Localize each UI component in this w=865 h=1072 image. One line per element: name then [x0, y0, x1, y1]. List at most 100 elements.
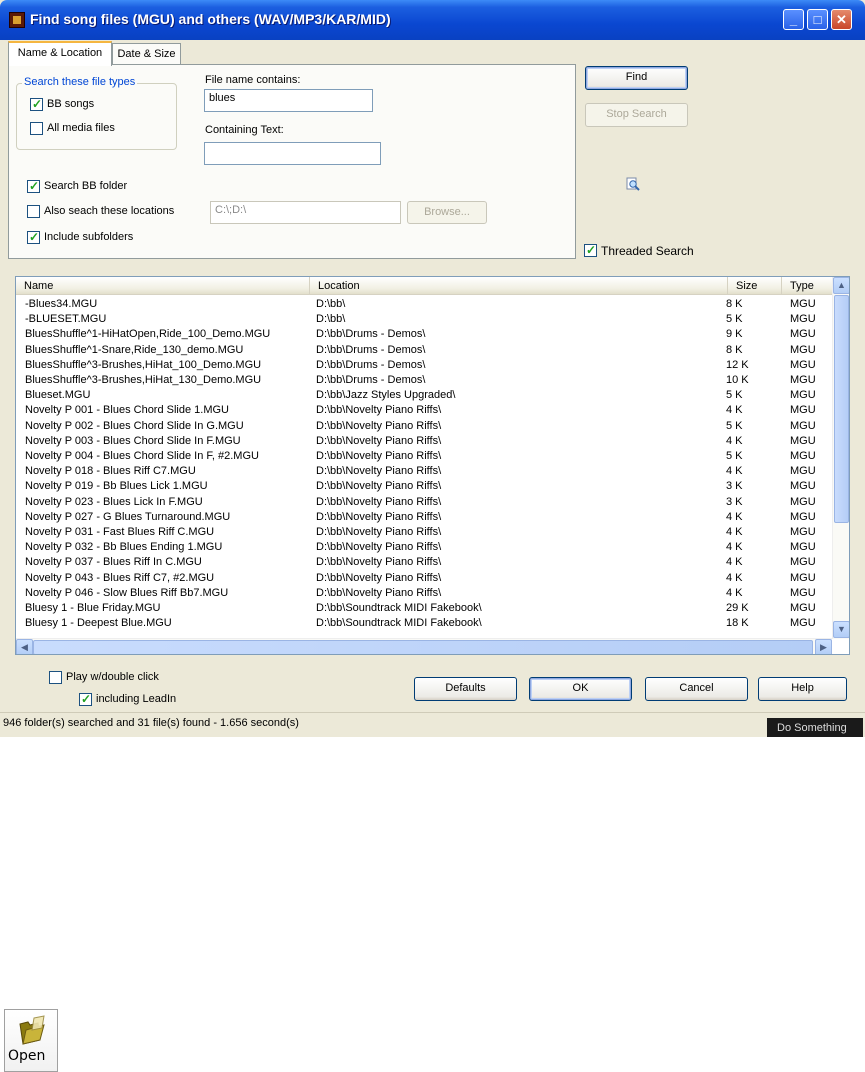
cell-type: MGU	[790, 298, 816, 310]
results-list[interactable]: Name Location Size Type -Blues34.MGU D:\b…	[15, 276, 850, 655]
threaded-search-checkbox[interactable]	[584, 243, 597, 257]
cell-type: MGU	[790, 404, 816, 417]
cell-size: 8 K	[726, 343, 743, 356]
table-row[interactable]: Novelty P 003 - Blues Chord Slide In F.M…	[16, 434, 832, 449]
table-row[interactable]: BluesShuffle^1-Snare,Ride_130_demo.MGU D:…	[16, 343, 832, 358]
cell-size: 4 K	[726, 571, 743, 584]
table-row[interactable]: Blueset.MGU D:\bb\Jazz Styles Upgraded\ 5 …	[16, 388, 832, 403]
cell-location: D:\bb\Novelty Piano Riffs\	[316, 434, 442, 447]
table-row[interactable]: Novelty P 001 - Blues Chord Slide 1.MGU D…	[16, 403, 832, 418]
cell-size: 4 K	[726, 586, 743, 599]
minimize-icon[interactable]: _	[783, 9, 804, 30]
table-row[interactable]: Novelty P 027 - G Blues Turnaround.MGU D:…	[16, 510, 832, 525]
tab-date-size[interactable]: Date & Size	[112, 43, 181, 65]
tab-name-location[interactable]: Name & Location	[8, 41, 112, 66]
cell-location: D:\bb\Jazz Styles Upgraded\	[316, 389, 456, 402]
containing-text-input[interactable]	[204, 142, 381, 165]
cell-location: D:\bb\Drums - Demos\	[316, 358, 426, 371]
table-row[interactable]: Novelty P 023 - Blues Lick In F.MGU D:\bb…	[16, 495, 832, 510]
table-row[interactable]: BluesShuffle^3-Brushes,HiHat_100_Demo.MG…	[16, 358, 832, 373]
cell-size: 3 K	[726, 495, 743, 508]
table-row[interactable]: Bluesy 1 - Deepest Blue.MGU D:\bb\Soundtr…	[16, 616, 832, 631]
cell-location: D:\bb\Novelty Piano Riffs\	[316, 541, 442, 554]
cell-name: Novelty P 018 - Blues Riff C7.MGU	[25, 465, 196, 478]
bb-songs-checkbox[interactable]	[30, 97, 43, 111]
table-row[interactable]: Novelty P 046 - Slow Blues Riff Bb7.MGU D…	[16, 586, 832, 601]
cell-type: MGU	[790, 526, 816, 538]
cell-location: D:\bb\Novelty Piano Riffs\	[316, 450, 442, 462]
cell-name: BluesShuffle^3-Brushes,HiHat_130_Demo.MG…	[25, 374, 262, 386]
table-row[interactable]: -BLUESET.MGU D:\bb\ 5 K MGU	[16, 312, 832, 327]
vertical-scroll-thumb[interactable]	[834, 295, 849, 523]
threaded-search-label: Threaded Search	[601, 244, 694, 258]
cell-size: 5 K	[726, 389, 743, 402]
cell-size: 4 K	[726, 510, 743, 523]
table-row[interactable]: Novelty P 032 - Bb Blues Ending 1.MGU D:\…	[16, 540, 832, 555]
cell-name: Novelty P 023 - Blues Lick In F.MGU	[25, 495, 203, 508]
cell-name: -Blues34.MGU	[25, 298, 98, 310]
close-icon[interactable]: ✕	[831, 9, 852, 30]
filename-input[interactable]: blues	[204, 89, 373, 112]
cell-size: 5 K	[726, 419, 743, 432]
table-row[interactable]: BluesShuffle^3-Brushes,HiHat_130_Demo.MG…	[16, 373, 832, 388]
cell-location: D:\bb\Novelty Piano Riffs\	[316, 419, 442, 432]
horizontal-scroll-thumb[interactable]	[33, 640, 813, 654]
column-header-location[interactable]: Location	[310, 277, 728, 295]
table-row[interactable]: -Blues34.MGU D:\bb\ 8 K MGU	[16, 297, 832, 312]
all-media-checkbox[interactable]	[30, 122, 43, 135]
cell-name: Novelty P 046 - Slow Blues Riff Bb7.MGU	[25, 586, 229, 599]
table-row[interactable]: Novelty P 031 - Fast Blues Riff C.MGU D:\…	[16, 525, 832, 540]
help-button[interactable]: Help	[758, 677, 847, 701]
cell-size: 29 K	[726, 602, 749, 614]
stop-search-button[interactable]: Stop Search	[585, 103, 688, 127]
cell-name: BluesShuffle^1-Snare,Ride_130_demo.MGU	[25, 343, 244, 356]
scroll-up-icon[interactable]: ▲	[833, 277, 849, 294]
table-row[interactable]: Novelty P 018 - Blues Riff C7.MGU D:\bb\N…	[16, 464, 832, 479]
vertical-scrollbar[interactable]: ▲ ▼	[832, 277, 849, 639]
cell-size: 4 K	[726, 404, 743, 417]
cell-type: MGU	[790, 617, 816, 630]
locations-input[interactable]: C:\;D:\	[210, 201, 401, 224]
find-button[interactable]: Find	[585, 66, 688, 90]
table-row[interactable]: Novelty P 037 - Blues Riff In C.MGU D:\bb…	[16, 555, 832, 570]
column-header-name[interactable]: Name	[16, 277, 310, 295]
cell-size: 12 K	[726, 358, 749, 371]
cell-size: 9 K	[726, 328, 743, 341]
horizontal-scrollbar[interactable]: ◀ ▶	[16, 638, 832, 654]
cell-name: -BLUESET.MGU	[25, 313, 107, 326]
defaults-button[interactable]: Defaults	[414, 677, 517, 701]
title-bar[interactable]: Find song files (MGU) and others (WAV/MP…	[0, 0, 865, 40]
table-row[interactable]: Novelty P 004 - Blues Chord Slide In F, …	[16, 449, 832, 464]
cell-name: Novelty P 004 - Blues Chord Slide In F, …	[25, 450, 259, 462]
ok-button[interactable]: OK	[529, 677, 632, 701]
including-leadin-checkbox[interactable]	[79, 692, 92, 706]
cell-type: MGU	[790, 556, 816, 569]
include-subfolders-label: Include subfolders	[44, 231, 134, 243]
cell-type: MGU	[790, 586, 816, 599]
play-double-click-checkbox[interactable]	[49, 671, 62, 684]
cell-location: D:\bb\Novelty Piano Riffs\	[316, 586, 442, 599]
cell-type: MGU	[790, 389, 816, 402]
scroll-right-icon[interactable]: ▶	[815, 639, 832, 654]
column-header-size[interactable]: Size	[728, 277, 782, 295]
search-bb-folder-checkbox[interactable]	[27, 179, 40, 193]
cell-name: BluesShuffle^3-Brushes,HiHat_100_Demo.MG…	[25, 358, 262, 371]
browse-button[interactable]: Browse...	[407, 201, 487, 224]
scroll-down-icon[interactable]: ▼	[833, 621, 849, 638]
cell-size: 4 K	[726, 541, 743, 554]
cell-size: 4 K	[726, 465, 743, 478]
cell-name: Novelty P 027 - G Blues Turnaround.MGU	[25, 510, 231, 523]
cell-size: 18 K	[726, 617, 749, 630]
including-leadin-label: including LeadIn	[96, 693, 177, 705]
table-row[interactable]: Novelty P 019 - Bb Blues Lick 1.MGU D:\bb…	[16, 479, 832, 494]
also-search-checkbox[interactable]	[27, 205, 40, 218]
column-header-type[interactable]: Type	[782, 277, 832, 295]
scroll-left-icon[interactable]: ◀	[16, 639, 33, 654]
include-subfolders-checkbox[interactable]	[27, 230, 40, 244]
cancel-button[interactable]: Cancel	[645, 677, 748, 701]
maximize-icon[interactable]: □	[807, 9, 828, 30]
table-row[interactable]: Bluesy 1 - Blue Friday.MGU D:\bb\Soundtra…	[16, 601, 832, 616]
table-row[interactable]: BluesShuffle^1-HiHatOpen,Ride_100_Demo.M…	[16, 327, 832, 342]
table-row[interactable]: Novelty P 002 - Blues Chord Slide In G.M…	[16, 419, 832, 434]
table-row[interactable]: Novelty P 043 - Blues Riff C7, #2.MGU D:\…	[16, 571, 832, 586]
